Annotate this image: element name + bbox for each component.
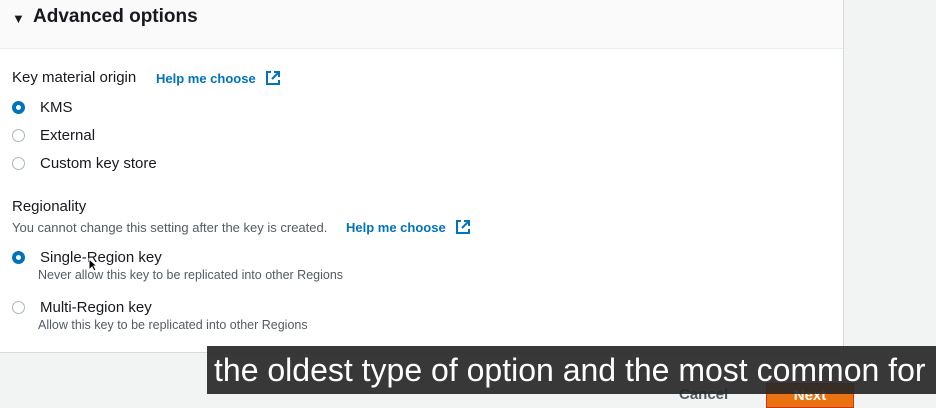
radio-label-multi-region: Multi-Region key [40,298,152,316]
multi-region-description: Allow this key to be replicated into oth… [38,318,308,332]
help-link-text: Help me choose [156,71,256,86]
regionality-description: You cannot change this setting after the… [12,220,328,235]
radio-kms[interactable]: KMS [12,96,73,118]
radio-button[interactable] [12,156,25,170]
radio-custom-key-store[interactable]: Custom key store [12,152,157,174]
radio-multi-region[interactable]: Multi-Region key [12,296,152,318]
radio-label-kms: KMS [40,98,73,116]
regionality-help-link[interactable]: Help me choose [346,219,471,235]
single-region-description: Never allow this key to be replicated in… [38,268,344,282]
video-caption: the oldest type of option and the most c… [207,346,936,394]
radio-button-checked[interactable] [12,100,25,114]
regionality-label: Regionality [12,198,87,215]
key-material-help-link[interactable]: Help me choose [156,70,281,86]
key-material-origin-label: Key material origin [12,69,137,86]
radio-label-external: External [40,126,96,144]
radio-label-custom-key-store: Custom key store [40,154,157,172]
caret-down-icon: ▼ [12,11,25,26]
radio-label-single-region: Single-Region key [40,248,162,266]
external-link-icon [456,220,471,234]
external-link-icon [266,71,281,85]
radio-external[interactable]: External [12,124,95,146]
advanced-options-header[interactable]: ▼ Advanced options [0,0,843,49]
section-title: Advanced options [33,6,198,27]
radio-button[interactable] [12,128,25,142]
radio-button-checked[interactable] [12,250,25,264]
radio-button[interactable] [12,300,25,314]
radio-single-region[interactable]: Single-Region key [12,246,162,268]
help-link-text: Help me choose [346,220,446,235]
mouse-cursor-icon [88,258,98,272]
advanced-options-panel: ▼ Advanced options Key material origin H… [0,0,844,353]
